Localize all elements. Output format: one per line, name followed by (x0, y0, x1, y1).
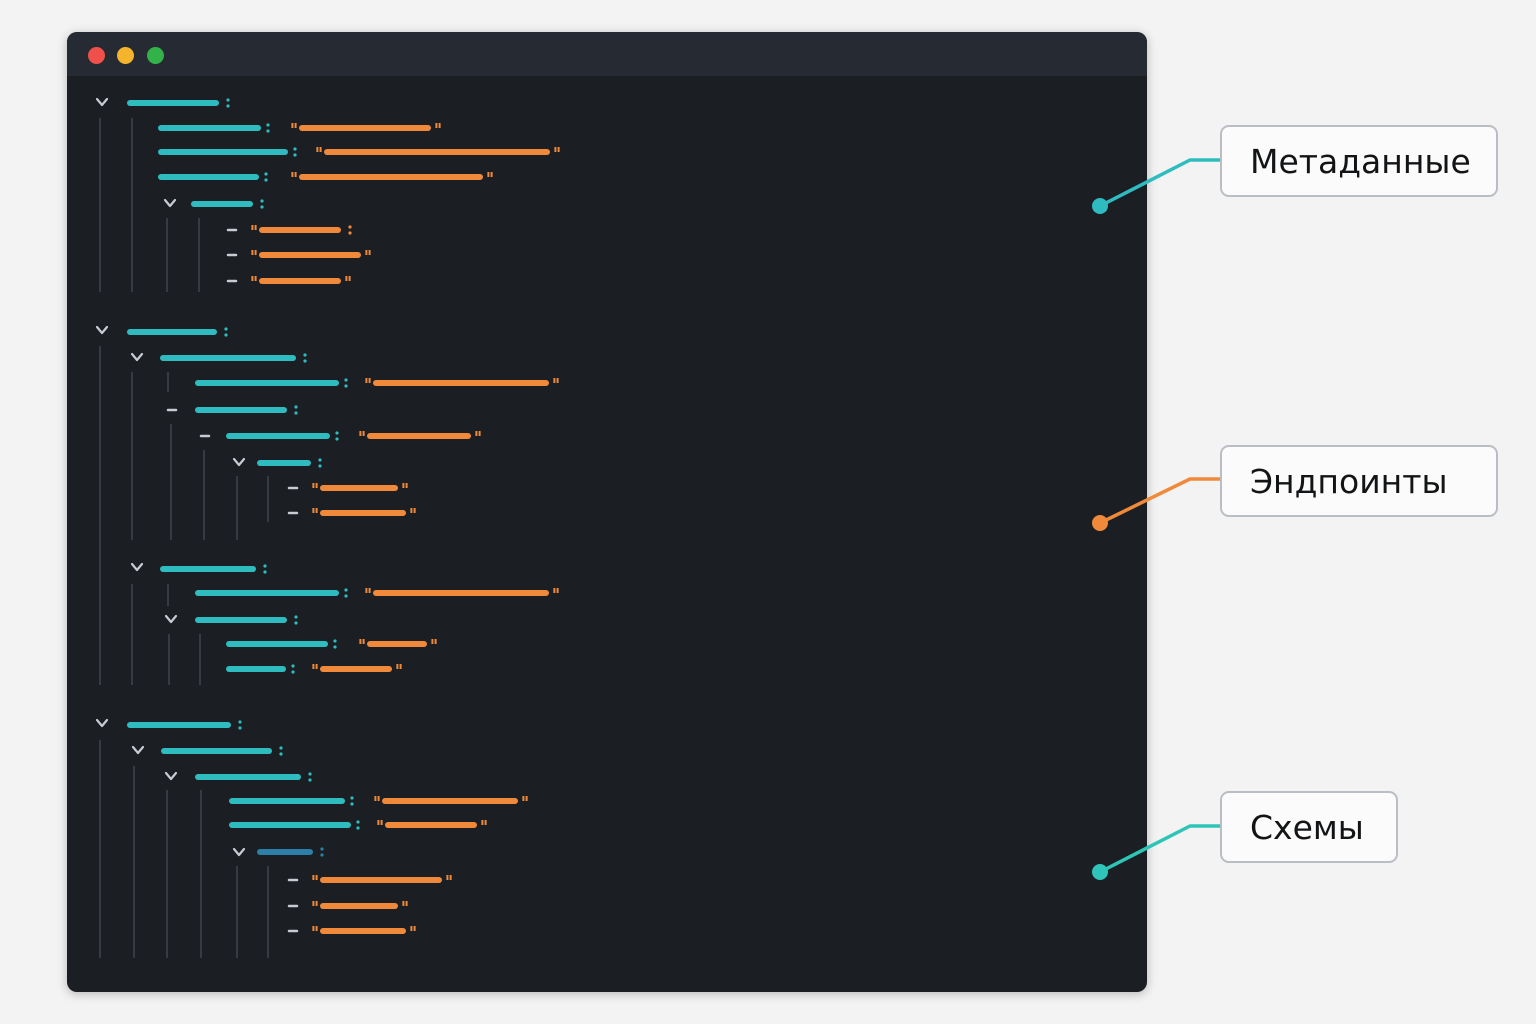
schemas-anchor-dot (1092, 864, 1108, 880)
schemas-connector (1092, 824, 1224, 880)
diagram-canvas: Метаданные Эндпоинты Схемы (0, 0, 1536, 1024)
schemas-callout: Схемы (1220, 791, 1398, 863)
metadata-callout-label: Метаданные (1250, 141, 1471, 181)
endpoints-anchor-dot (1092, 515, 1108, 531)
endpoints-callout-label: Эндпоинты (1250, 461, 1448, 501)
metadata-connector (1092, 158, 1224, 214)
metadata-callout: Метаданные (1220, 125, 1498, 197)
metadata-anchor-dot (1092, 198, 1108, 214)
schemas-callout-label: Схемы (1250, 807, 1364, 847)
endpoints-connector (1092, 477, 1224, 531)
endpoints-callout: Эндпоинты (1220, 445, 1498, 517)
